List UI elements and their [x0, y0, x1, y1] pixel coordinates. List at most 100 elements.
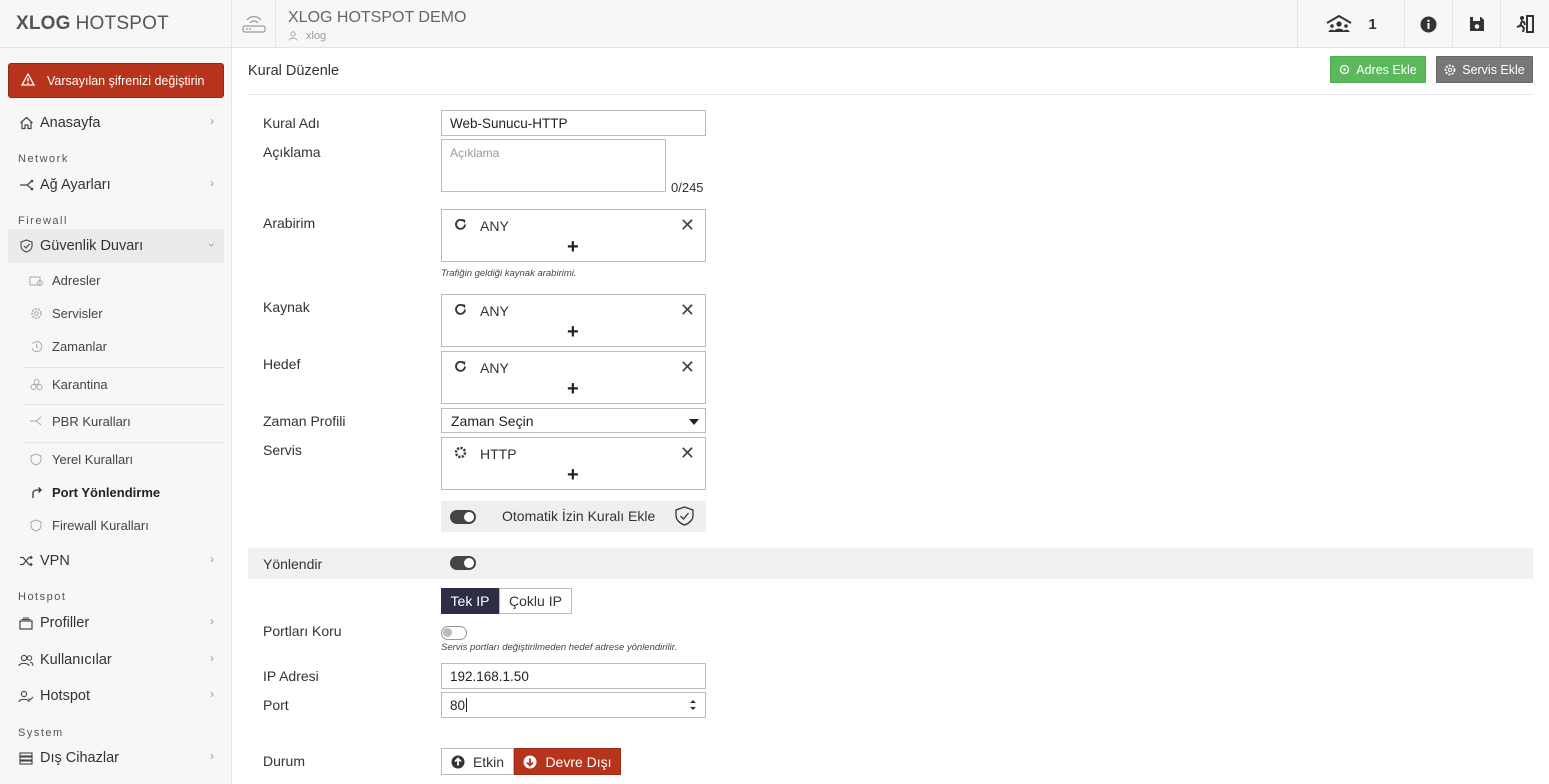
- sidebar-item-vpn[interactable]: VPN ›: [8, 544, 224, 578]
- brand-logo[interactable]: XLOG HOTSPOT: [0, 0, 231, 48]
- sidebar-item-local-rules[interactable]: Yerel Kuralları: [24, 445, 224, 473]
- auto-rule-row: Otomatik İzin Kuralı Ekle: [441, 501, 706, 532]
- sidebar-item-profiles[interactable]: Profiller ›: [8, 606, 224, 640]
- info-button[interactable]: [1404, 0, 1452, 48]
- sidebar-item-label: Güvenlik Duvarı: [40, 238, 144, 254]
- description-label: Açıklama: [263, 144, 321, 160]
- time-profile-select[interactable]: Zaman Seçin: [441, 408, 706, 433]
- sidebar-item-users[interactable]: Kullanıcılar ›: [8, 643, 224, 677]
- sidebar-item-label: Zamanlar: [52, 338, 107, 354]
- sidebar-item-label: Anasayfa: [40, 115, 101, 131]
- close-icon[interactable]: ✕: [680, 301, 695, 319]
- status-disabled-label: Devre Dışı: [545, 753, 612, 770]
- plus-icon[interactable]: +: [567, 379, 579, 399]
- caret-down-icon: [689, 419, 699, 425]
- device-user: xlog: [288, 30, 326, 42]
- warning-icon: [20, 72, 39, 89]
- sidebar-item-label: Dış Cihazlar: [40, 750, 119, 766]
- top-header: XLOG HOTSPOT DEMO xlog 1: [232, 0, 1549, 48]
- rule-name-input[interactable]: Web-Sunucu-HTTP: [441, 110, 706, 136]
- logout-button[interactable]: [1500, 0, 1549, 48]
- gear-icon: [28, 307, 44, 320]
- sidebar-item-schedules[interactable]: Zamanlar: [24, 332, 224, 360]
- chevron-down-icon: ›: [205, 243, 219, 247]
- description-textarea[interactable]: Açıklama: [441, 139, 666, 192]
- add-service-label: Servis Ekle: [1462, 62, 1525, 77]
- close-icon[interactable]: ✕: [680, 358, 695, 376]
- sidebar-item-services[interactable]: Servisler: [24, 299, 224, 327]
- close-icon[interactable]: ✕: [680, 444, 695, 462]
- service-select[interactable]: HTTP ✕ +: [441, 437, 706, 490]
- sidebar-item-label: Ağ Ayarları: [40, 177, 111, 193]
- refresh-icon: [454, 360, 467, 376]
- mode-multi-ip-button[interactable]: Çoklu IP: [499, 588, 572, 614]
- shield-icon: [28, 452, 44, 466]
- gear-icon: [1444, 64, 1456, 75]
- shuffle-icon: [18, 553, 34, 569]
- plus-icon[interactable]: +: [567, 237, 579, 257]
- device-user-label: xlog: [306, 30, 327, 42]
- ip-address-input[interactable]: 192.168.1.50: [441, 663, 706, 689]
- section-hotspot: Hotspot: [18, 591, 67, 603]
- sidebar-item-firewall[interactable]: Güvenlik Duvarı ›: [8, 229, 224, 263]
- auto-rule-label: Otomatik İzin Kuralı Ekle: [502, 508, 656, 524]
- destination-select[interactable]: ANY ✕ +: [441, 351, 706, 404]
- preserve-ports-label: Portları Koru: [263, 623, 342, 639]
- rule-name-label: Kural Adı: [263, 115, 320, 131]
- add-address-button[interactable]: Adres Ekle: [1330, 56, 1426, 83]
- source-tag: ANY: [480, 303, 509, 319]
- sidebar-item-external-devices[interactable]: Dış Cihazlar ›: [8, 741, 224, 775]
- port-input[interactable]: 80: [441, 692, 706, 718]
- shield-icon: [28, 518, 44, 532]
- status-enabled-label: Etkin: [472, 753, 505, 770]
- ip-address-label: IP Adresi: [263, 668, 319, 684]
- exit-icon: [1516, 15, 1534, 33]
- online-users-button[interactable]: 1: [1297, 0, 1405, 48]
- sidebar-item-label: Kullanıcılar: [40, 652, 112, 668]
- alert-text: Varsayılan şifrenizi değiştirin: [47, 73, 205, 88]
- save-icon: [1469, 17, 1484, 31]
- status-enabled-button[interactable]: Etkin: [441, 748, 514, 775]
- sidebar-item-hotspot[interactable]: Hotspot ›: [8, 679, 224, 713]
- add-address-label: Adres Ekle: [1356, 62, 1417, 77]
- shield-icon: [18, 238, 34, 254]
- history-icon: [28, 340, 44, 353]
- auto-rule-toggle[interactable]: [450, 510, 476, 524]
- sidebar-item-home[interactable]: Anasayfa ›: [8, 106, 224, 140]
- sidebar-item-quarantine[interactable]: Karantina: [24, 370, 224, 398]
- divider: [248, 94, 1533, 95]
- destination-label: Hedef: [263, 356, 301, 372]
- port-forward-icon: [28, 486, 44, 499]
- sidebar-item-label: Firewall Kuralları: [52, 517, 149, 533]
- sidebar-item-network-settings[interactable]: Ağ Ayarları ›: [8, 168, 224, 202]
- sidebar-item-port-forwarding[interactable]: Port Yönlendirme: [24, 478, 224, 506]
- status-disabled-button[interactable]: Devre Dışı: [514, 748, 621, 775]
- source-select[interactable]: ANY ✕ +: [441, 294, 706, 347]
- save-button[interactable]: [1452, 0, 1500, 48]
- add-service-button[interactable]: Servis Ekle: [1436, 56, 1533, 83]
- sidebar-item-label: Profiller: [40, 615, 90, 631]
- plus-icon[interactable]: +: [567, 465, 579, 485]
- sidebar-item-firewall-rules[interactable]: Firewall Kuralları: [24, 511, 224, 539]
- service-label: Servis: [263, 442, 302, 458]
- port-value: 80: [450, 697, 466, 713]
- chevron-right-icon: ›: [210, 552, 214, 566]
- sidebar-item-pbr-rules[interactable]: PBR Kuralları: [24, 407, 224, 435]
- text-cursor: [466, 698, 468, 712]
- sidebar: XLOG HOTSPOT Varsayılan şifrenizi değişt…: [0, 0, 232, 784]
- preserve-ports-toggle[interactable]: [441, 626, 467, 640]
- refresh-icon: [454, 218, 467, 234]
- close-icon[interactable]: ✕: [680, 216, 695, 234]
- change-password-alert[interactable]: Varsayılan şifrenizi değiştirin: [8, 63, 224, 98]
- interface-select[interactable]: ANY ✕ +: [441, 209, 706, 262]
- user-check-icon: [18, 688, 34, 704]
- mode-single-ip-button[interactable]: Tek IP: [441, 588, 499, 614]
- plus-icon[interactable]: +: [567, 322, 579, 342]
- sidebar-item-label: Yerel Kuralları: [52, 451, 134, 467]
- source-label: Kaynak: [263, 299, 310, 315]
- divider: [24, 404, 224, 405]
- sidebar-item-addresses[interactable]: Adresler: [24, 266, 224, 294]
- redirect-toggle[interactable]: [450, 556, 476, 570]
- sidebar-item-label: Karantina: [52, 376, 108, 392]
- device-title: XLOG HOTSPOT DEMO: [288, 9, 467, 26]
